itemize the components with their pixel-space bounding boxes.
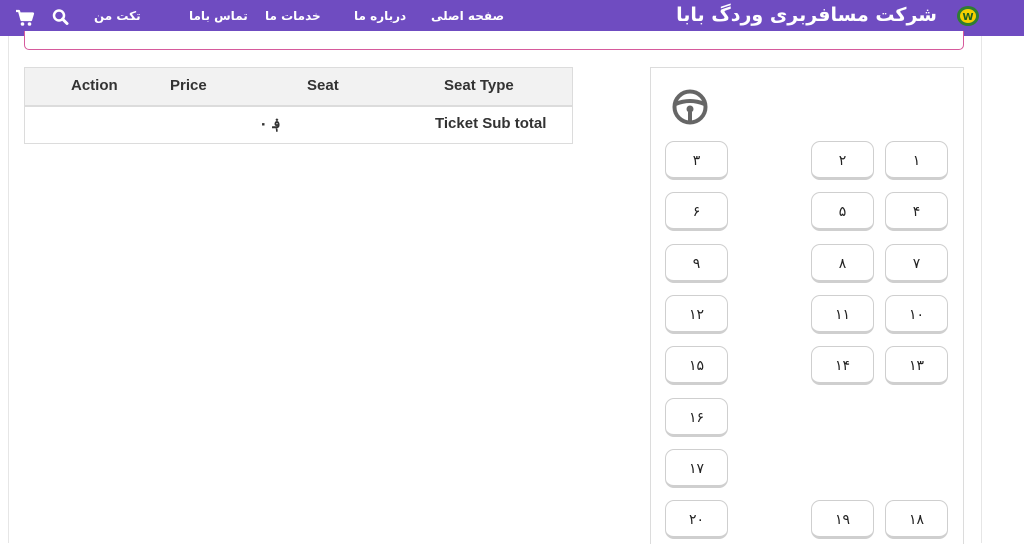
- seat-18[interactable]: ۱۸: [885, 500, 948, 539]
- page-border-right: [981, 36, 982, 543]
- seat-5[interactable]: ۵: [811, 192, 874, 231]
- seat-1[interactable]: ۱: [885, 141, 948, 180]
- ticket-table-header: Action Price Seat Seat Type: [25, 68, 572, 107]
- seat-9[interactable]: ۹: [665, 244, 728, 283]
- seat-11[interactable]: ۱۱: [811, 295, 874, 334]
- col-header-seat-type: Seat Type: [444, 77, 514, 94]
- seat-12[interactable]: ۱۲: [665, 295, 728, 334]
- seat-17[interactable]: ۱۷: [665, 449, 728, 488]
- bus-seat-map: ۳ ۲ ۱ ۶ ۵ ۴ ۹ ۸ ۷ ۱۲ ۱۱ ۱۰ ۱۵ ۱۴ ۱۳ ۱۶ ۱…: [650, 67, 964, 544]
- subtotal-label: Ticket Sub total: [435, 115, 547, 132]
- col-header-price: Price: [170, 77, 207, 94]
- seat-20[interactable]: ۲۰: [665, 500, 728, 539]
- seat-7[interactable]: ۷: [885, 244, 948, 283]
- seat-4[interactable]: ۴: [885, 192, 948, 231]
- svg-text:W: W: [962, 12, 973, 23]
- search-icon[interactable]: [51, 8, 71, 26]
- ticket-table: Action Price Seat Seat Type ۰ ؋ Ticket S…: [24, 67, 573, 144]
- seat-19[interactable]: ۱۹: [811, 500, 874, 539]
- seat-16[interactable]: ۱۶: [665, 398, 728, 437]
- logo-icon[interactable]: W: [956, 5, 980, 27]
- seat-2[interactable]: ۲: [811, 141, 874, 180]
- col-header-action: Action: [71, 77, 118, 94]
- seat-8[interactable]: ۸: [811, 244, 874, 283]
- col-header-seat: Seat: [307, 77, 339, 94]
- alert-box: [24, 31, 964, 50]
- seat-14[interactable]: ۱۴: [811, 346, 874, 385]
- subtotal-value: ۰ ؋: [259, 116, 281, 132]
- seat-10[interactable]: ۱۰: [885, 295, 948, 334]
- seat-15[interactable]: ۱۵: [665, 346, 728, 385]
- cart-icon[interactable]: [15, 9, 35, 27]
- steering-wheel-icon: [672, 89, 708, 125]
- seat-13[interactable]: ۱۳: [885, 346, 948, 385]
- seat-6[interactable]: ۶: [665, 192, 728, 231]
- page-border-left: [8, 36, 9, 543]
- seat-3[interactable]: ۳: [665, 141, 728, 180]
